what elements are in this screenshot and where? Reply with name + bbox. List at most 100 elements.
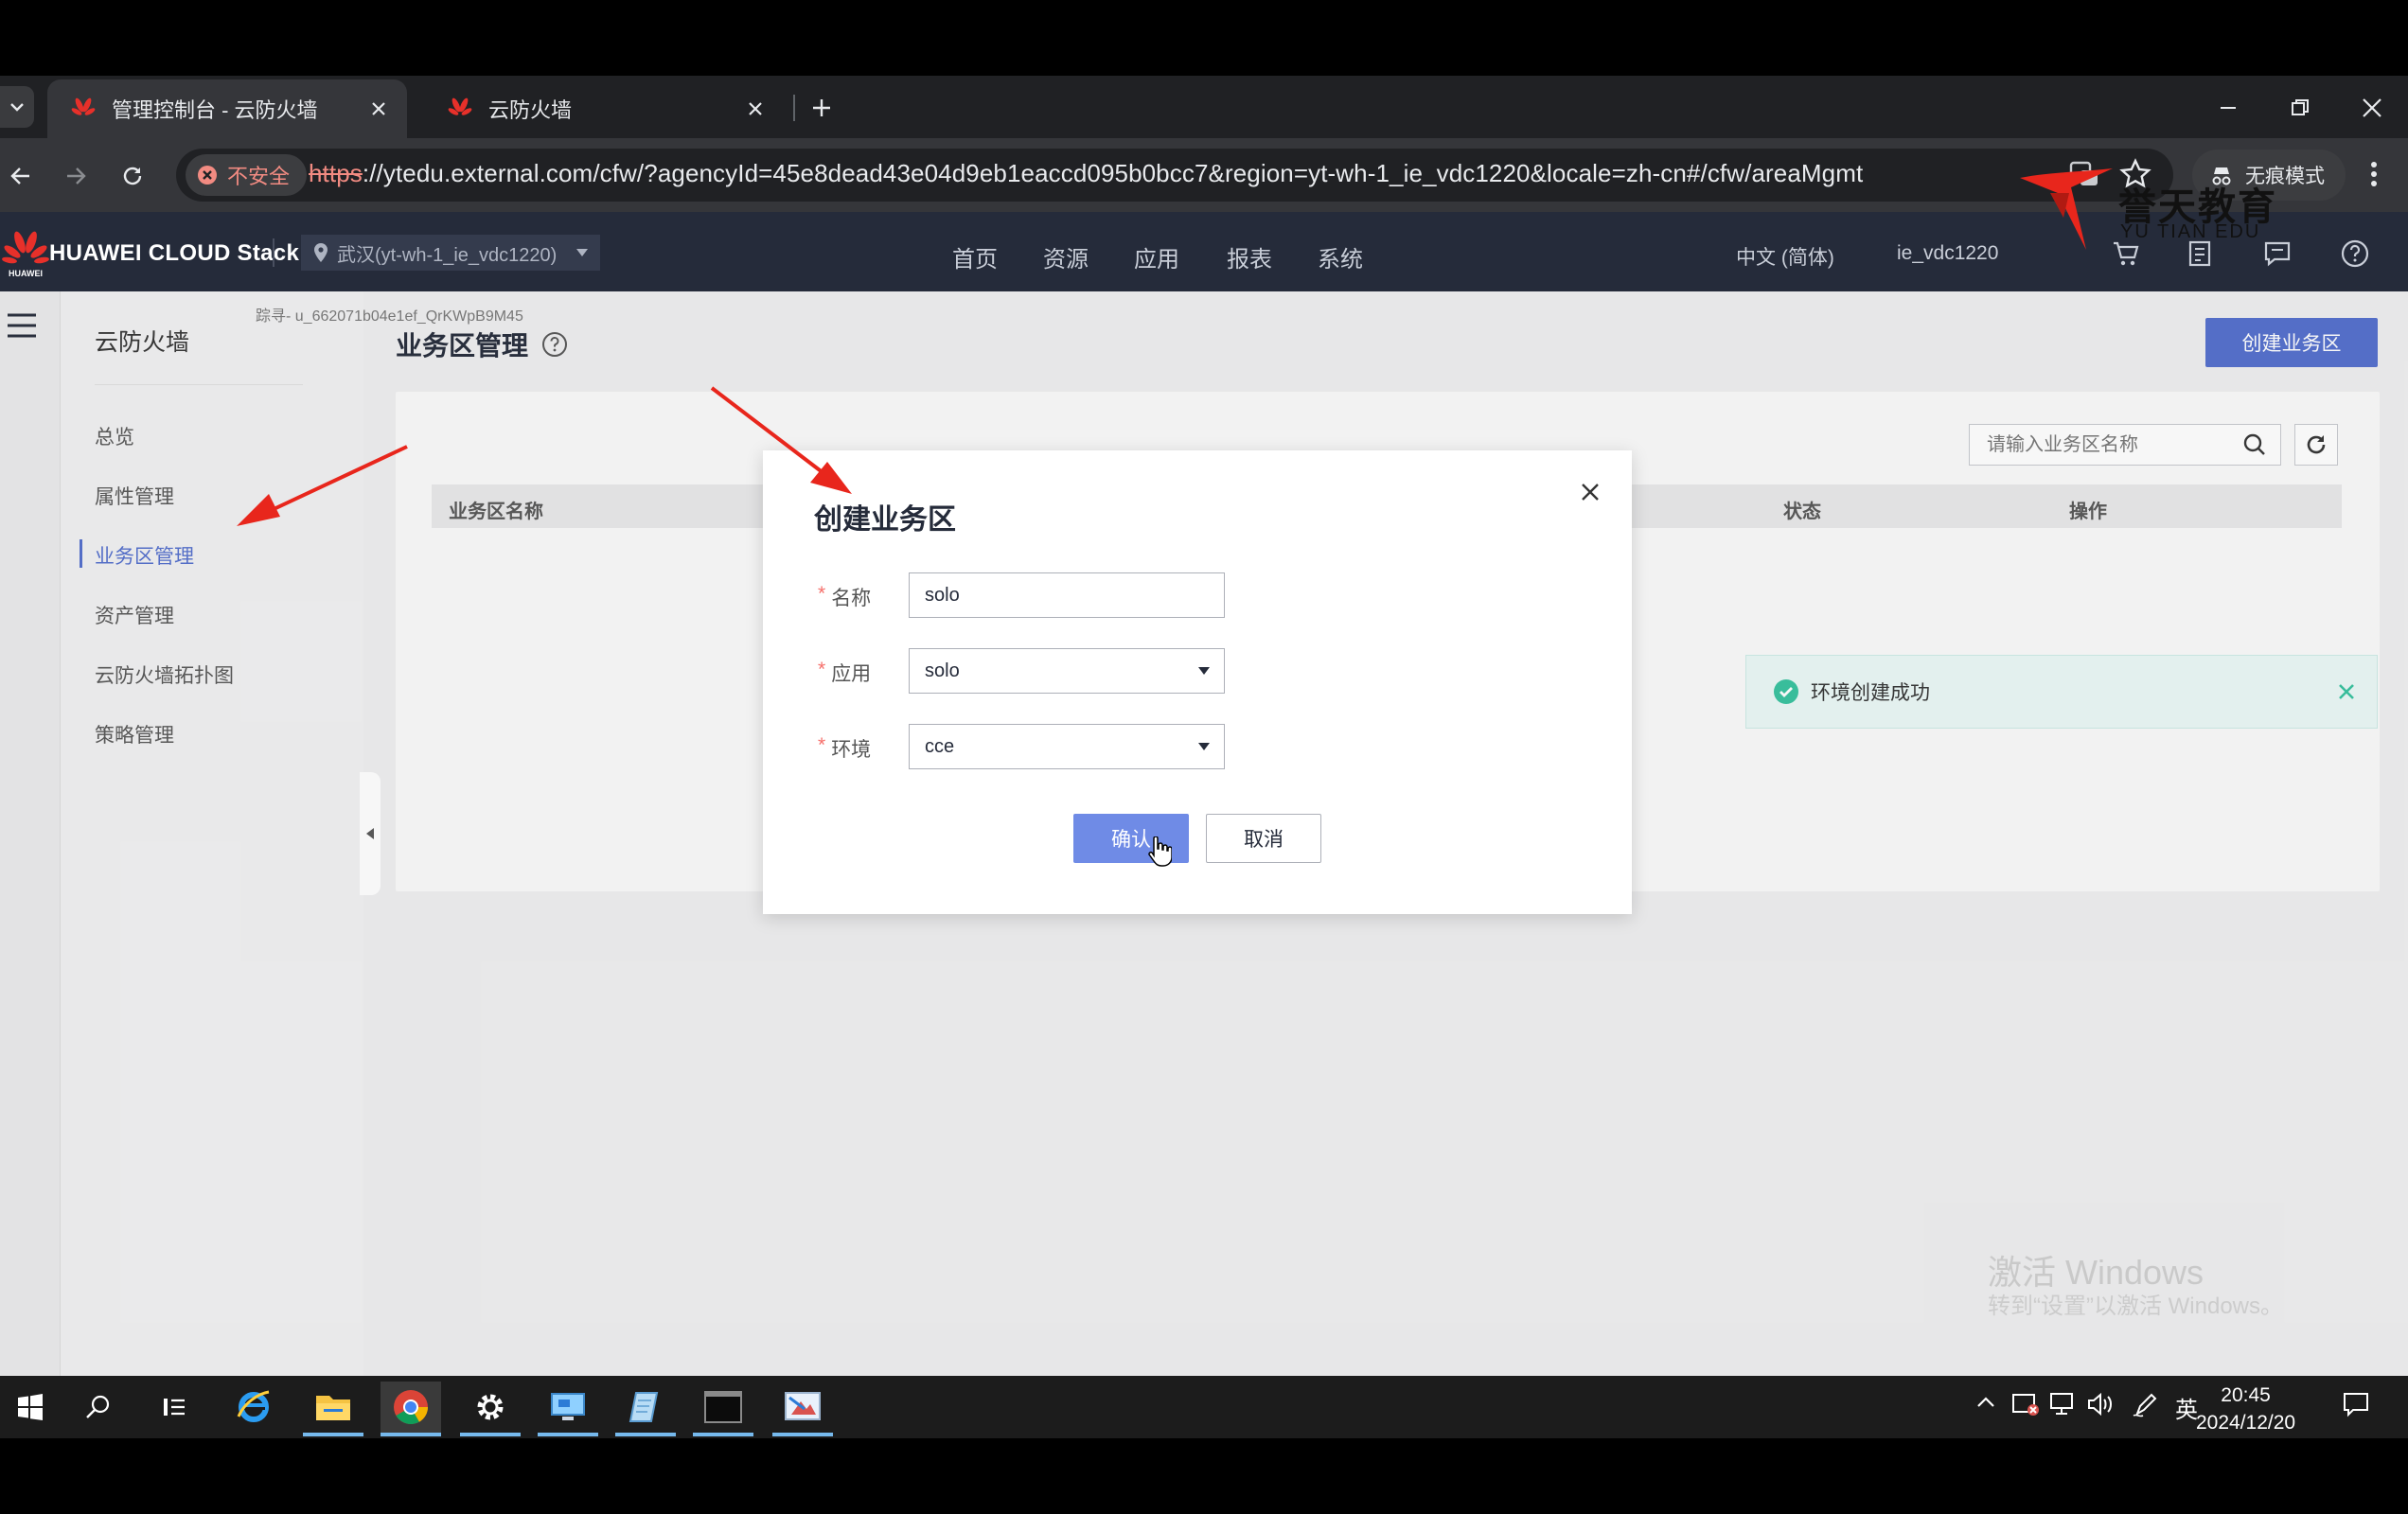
clock-date: 2024/12/20 [2196, 1412, 2296, 1434]
environment-select-value: cce [925, 735, 955, 757]
tab-search-button[interactable] [0, 86, 34, 128]
huawei-logo[interactable]: HUAWEI [2, 229, 49, 280]
running-indicator [303, 1433, 363, 1436]
arrow-left-icon [10, 167, 29, 185]
name-input[interactable]: solo [909, 572, 1225, 618]
security-indicator[interactable]: 不安全 [186, 154, 308, 196]
dialog-close-button[interactable] [1575, 477, 1605, 507]
input-method-indicator[interactable]: 英 [2175, 1391, 2198, 1424]
reload-icon [123, 167, 142, 185]
remote-desktop-taskbar[interactable] [538, 1382, 598, 1433]
security-center-icon[interactable] [2010, 1391, 2041, 1417]
huawei-favicon-icon [448, 97, 472, 115]
search-button[interactable] [68, 1382, 129, 1433]
chrome-taskbar[interactable] [381, 1382, 441, 1433]
start-button[interactable] [0, 1382, 61, 1433]
browser-menu-button[interactable] [2363, 157, 2385, 191]
notepad-taskbar[interactable] [615, 1382, 676, 1433]
volume-icon[interactable] [2086, 1391, 2115, 1417]
browser-tab-active[interactable]: 管理控制台 - 云防火墙 [47, 79, 407, 138]
required-mark: * [818, 583, 826, 605]
forward-button[interactable] [55, 155, 97, 197]
required-mark: * [818, 659, 826, 680]
browser-tab[interactable]: 云防火墙 [424, 79, 784, 138]
gear-icon [477, 1394, 504, 1420]
task-view-icon [164, 1399, 185, 1416]
application-select-value: solo [925, 660, 960, 681]
yutian-logo-icon [2012, 167, 2116, 254]
minimize-icon [2221, 107, 2236, 109]
tray-overflow-icon[interactable] [1974, 1391, 1997, 1414]
language-selector[interactable]: 中文 (简体) [1736, 242, 1834, 271]
caret-down-icon [576, 249, 588, 256]
snipping-tool-taskbar[interactable] [772, 1382, 833, 1433]
region-selector[interactable]: 武汉(yt-wh-1_ie_vdc1220) [301, 235, 600, 271]
tab-title: 管理控制台 - 云防火墙 [112, 98, 318, 122]
url-text[interactable]: https://ytedu.external.com/cfw/?agencyId… [309, 159, 1863, 188]
account-name[interactable]: ie_vdc1220 [1897, 242, 1998, 265]
network-icon[interactable] [2048, 1391, 2077, 1417]
close-icon [1582, 484, 1599, 501]
cancel-button[interactable]: 取消 [1206, 814, 1321, 863]
notification-icon[interactable] [2342, 1391, 2370, 1417]
name-input-value: solo [925, 584, 960, 606]
restore-icon [2292, 99, 2309, 115]
nav-resources[interactable]: 资源 [1043, 240, 1089, 273]
url-path: ://ytedu.external.com/cfw/?agencyId=45e8… [362, 159, 1864, 187]
environment-label: * 环境 [818, 734, 872, 761]
screen-border-bottom [0, 1438, 2408, 1514]
running-indicator [772, 1433, 833, 1436]
new-tab-button[interactable] [803, 89, 841, 127]
folder-icon [316, 1396, 350, 1420]
internet-explorer-taskbar[interactable] [223, 1382, 284, 1433]
tab-title: 云防火墙 [488, 98, 573, 122]
security-label: 不安全 [227, 165, 291, 188]
windows-logo-icon [18, 1394, 43, 1420]
running-indicator [381, 1433, 441, 1436]
application-label: * 应用 [818, 659, 872, 685]
nav-home[interactable]: 首页 [952, 240, 998, 273]
help-icon[interactable] [2338, 237, 2372, 271]
file-explorer-taskbar[interactable] [303, 1382, 363, 1433]
region-label: 武汉(yt-wh-1_ie_vdc1220) [337, 244, 558, 266]
back-button[interactable] [0, 155, 42, 197]
terminal-taskbar[interactable] [693, 1382, 753, 1433]
window-close-button[interactable] [2344, 89, 2400, 127]
settings-taskbar[interactable] [460, 1382, 521, 1433]
watermark-brand-en: YU TIAN EDU [2120, 221, 2261, 242]
pen-icon[interactable] [2132, 1391, 2160, 1417]
environment-select[interactable]: cce [909, 724, 1225, 769]
close-icon [372, 102, 385, 115]
nav-apps[interactable]: 应用 [1134, 240, 1179, 273]
running-indicator [693, 1433, 753, 1436]
chrome-icon [394, 1390, 428, 1425]
close-icon [2363, 98, 2381, 117]
search-icon [86, 1395, 110, 1418]
application-select[interactable]: solo [909, 648, 1225, 694]
restore-button[interactable] [2272, 89, 2328, 127]
caret-down-icon [1198, 667, 1210, 675]
running-indicator [460, 1433, 521, 1436]
more-vertical-icon [2371, 162, 2377, 186]
plus-icon [813, 99, 830, 116]
nav-system[interactable]: 系统 [1318, 240, 1363, 273]
svg-text:HUAWEI: HUAWEI [9, 269, 43, 278]
reload-button[interactable] [112, 155, 153, 197]
brand-name: HUAWEI CLOUD Stack [49, 240, 300, 266]
task-view-button[interactable] [144, 1382, 204, 1433]
not-secure-icon [198, 166, 217, 185]
nav-reports[interactable]: 报表 [1227, 240, 1272, 273]
minimize-button[interactable] [2200, 89, 2257, 127]
notepad-icon [629, 1392, 659, 1422]
tab-close-button[interactable] [738, 92, 772, 126]
message-icon[interactable] [2260, 237, 2294, 271]
hand-cursor-icon [1147, 836, 1172, 869]
dialog-title: 创建业务区 [814, 504, 956, 536]
location-pin-icon [314, 243, 328, 262]
system-clock[interactable]: 20:45 2024/12/20 [2196, 1382, 2295, 1436]
header-divider [273, 238, 274, 267]
close-icon [749, 102, 762, 115]
remote-desktop-icon [551, 1393, 585, 1420]
tab-close-button[interactable] [362, 92, 396, 126]
caret-down-icon [1198, 743, 1210, 750]
